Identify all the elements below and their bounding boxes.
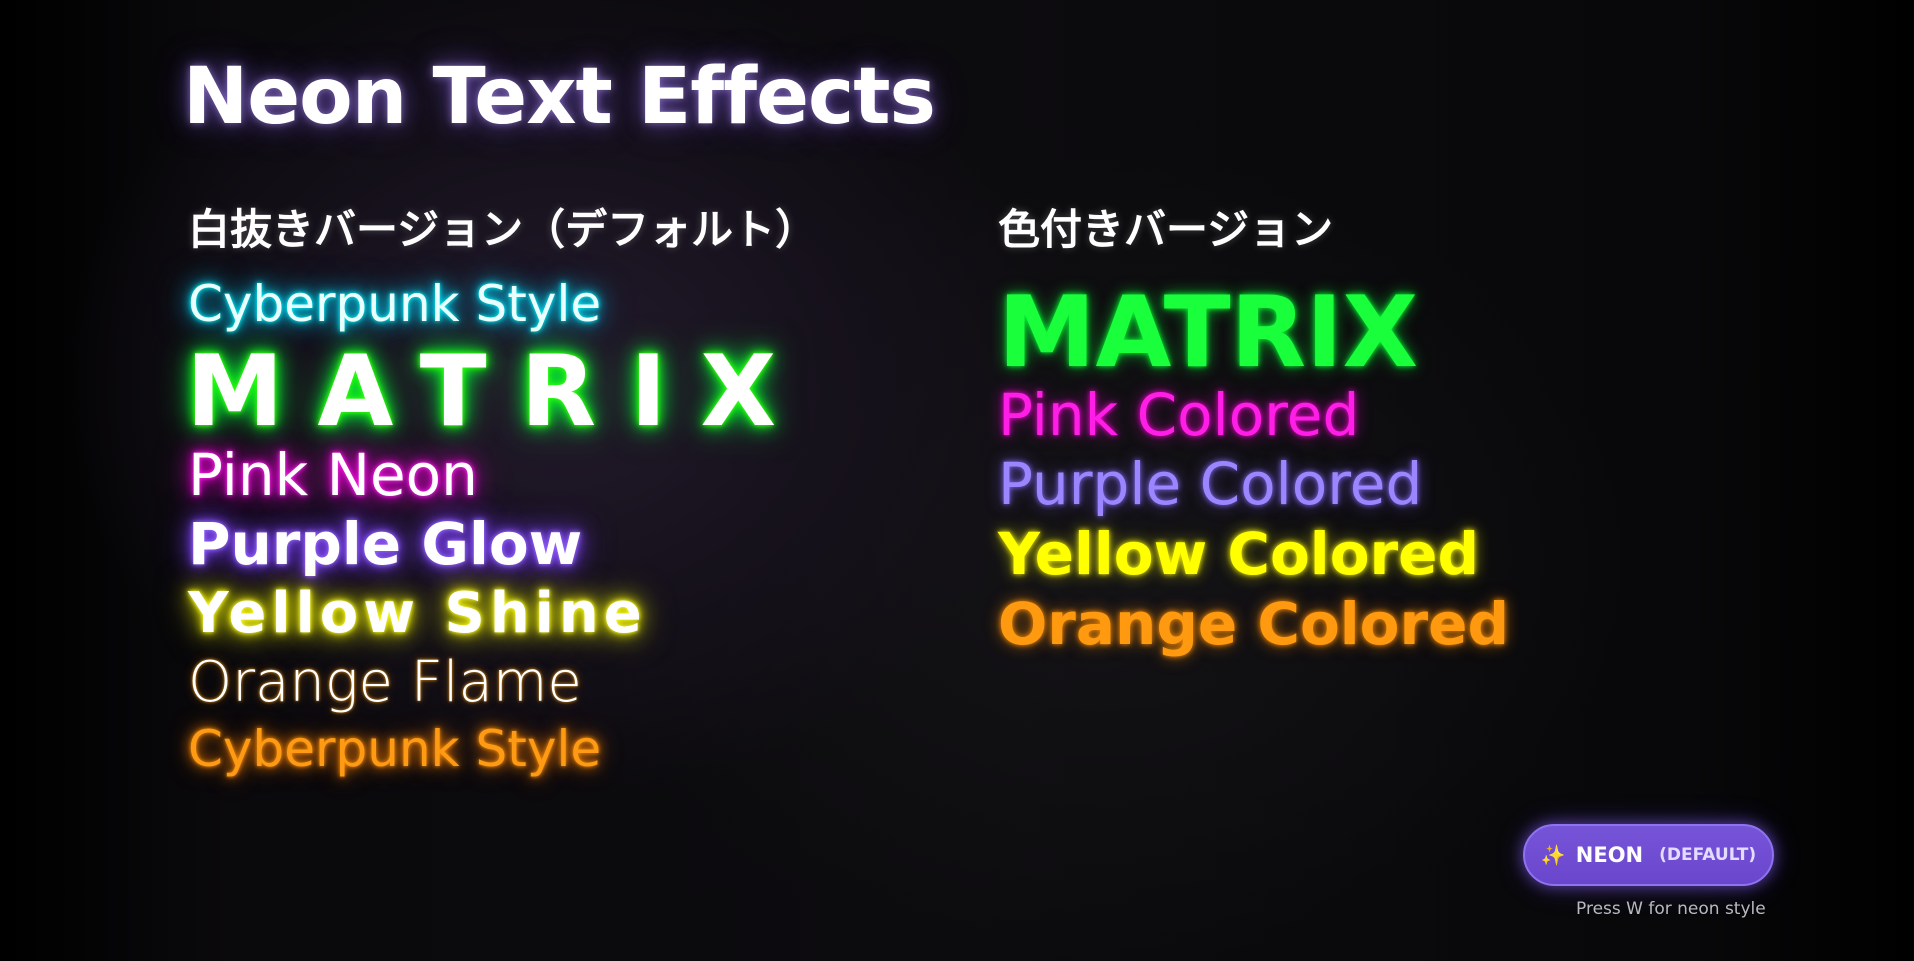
section-heading-white: 白抜きバージョン（デフォルト）: [188, 205, 818, 254]
colored-text-orange: Orange Colored: [998, 590, 1509, 658]
mode-label: NEON: [1575, 843, 1644, 867]
keyboard-hint: Press W for neon style: [1576, 899, 1766, 919]
neon-text-cyan: Cyberpunk Style: [188, 275, 602, 333]
neon-text-orange: Orange Flame: [188, 650, 582, 715]
neon-text-yellow: Yellow Shine: [188, 581, 647, 646]
neon-text-orange-cyber: Cyberpunk Style: [188, 720, 602, 778]
colored-text-pink: Pink Colored: [998, 381, 1360, 449]
colored-text-matrix: MATRIX: [998, 276, 1419, 390]
sparkles-icon: ✨: [1540, 843, 1566, 867]
neon-text-purple: Purple Glow: [188, 510, 583, 578]
neon-text-pink: Pink Neon: [188, 441, 478, 509]
section-heading-colored: 色付きバージョン: [998, 205, 1334, 254]
page-title: Neon Text Effects: [183, 52, 936, 142]
neon-mode-button[interactable]: ✨ NEON (DEFAULT): [1523, 824, 1774, 886]
colored-text-purple: Purple Colored: [998, 450, 1423, 518]
mode-default-tag: (DEFAULT): [1659, 845, 1757, 865]
neon-stage: Neon Text Effects 白抜きバージョン（デフォルト） 色付きバージ…: [0, 0, 1914, 961]
colored-text-yellow: Yellow Colored: [998, 520, 1479, 588]
neon-text-matrix: MATRIX: [186, 335, 811, 449]
